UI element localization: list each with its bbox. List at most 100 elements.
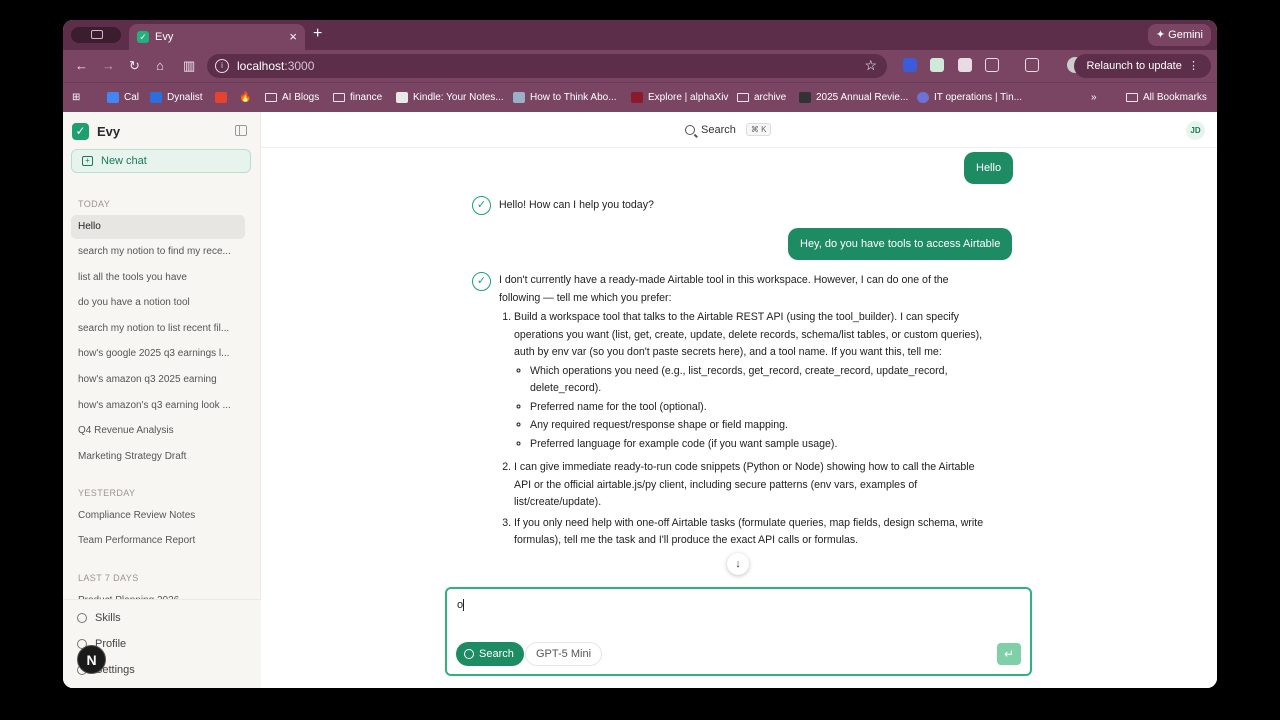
bookmark-item[interactable]: How to Think Abo... (513, 92, 617, 103)
home-icon[interactable]: ⌂ (156, 58, 164, 73)
new-chat-label: New chat (101, 155, 147, 167)
collapse-sidebar-icon[interactable] (235, 125, 247, 136)
bookmark-star-icon[interactable]: ☆ (864, 57, 877, 74)
bookmark-folder[interactable]: finance (333, 92, 382, 103)
app-name: Evy (97, 124, 121, 139)
message-composer[interactable]: o Search GPT-5 Mini ↵ (445, 587, 1032, 676)
chat-item[interactable]: Hello (71, 215, 245, 239)
search-toggle-label: Search (479, 648, 514, 660)
extension-edit-icon[interactable] (930, 58, 944, 72)
chat-item[interactable]: how's amazon q3 2025 earning (71, 368, 245, 392)
group-label-yesterday: YESTERDAY (78, 488, 136, 498)
chat-item[interactable]: search my notion to list recent fil... (71, 317, 245, 341)
forward-icon[interactable]: → (102, 58, 115, 73)
bookmark-item[interactable]: Explore | alphaXiv (631, 92, 728, 103)
gemini-button[interactable]: ✦ Gemini (1147, 24, 1211, 46)
web-search-toggle[interactable]: Search (456, 642, 524, 666)
chat-item[interactable]: search my notion to find my rece... (71, 240, 245, 264)
chat-item[interactable]: Marketing Strategy Draft (71, 445, 245, 469)
folder-icon (1126, 93, 1138, 102)
message-input[interactable]: o (457, 599, 465, 612)
chat-item[interactable]: list all the tools you have (71, 266, 245, 290)
dynalist-icon (150, 92, 162, 103)
chat-item[interactable]: how's amazon's q3 earning look ... (71, 394, 245, 418)
brand: ✓ Evy (72, 123, 120, 140)
todoist-icon (215, 92, 227, 103)
site-info-icon[interactable]: i (215, 59, 229, 73)
close-tab-icon[interactable]: × (289, 29, 297, 44)
n-badge[interactable]: N (77, 645, 106, 674)
requirement-item: Any required request/response shape or f… (530, 417, 989, 435)
calendar-icon (107, 92, 119, 103)
screen-search-icon[interactable] (1025, 58, 1039, 72)
chat-item[interactable]: Compliance Review Notes (71, 504, 245, 528)
relaunch-button[interactable]: Relaunch to update ⋮ (1074, 54, 1211, 78)
send-icon[interactable]: ↵ (997, 643, 1021, 665)
scroll-down-icon[interactable]: ↓ (727, 553, 749, 575)
chat-item[interactable]: Q4 Revenue Analysis (71, 419, 245, 443)
new-chat-button[interactable]: + New chat (71, 149, 251, 173)
bookmark-item[interactable]: 🔥 (239, 92, 251, 103)
browser-window: ✓ Evy × + ✦ Gemini ← → ↻ ⌂ ▥ i localhost… (63, 20, 1217, 688)
bookmark-item[interactable] (215, 92, 227, 103)
assistant-check-icon: ✓ (472, 272, 491, 291)
fire-icon: 🔥 (239, 92, 252, 103)
user-message: Hey, do you have tools to access Airtabl… (788, 228, 1013, 260)
tab-strip: ✓ Evy × + ✦ Gemini (63, 20, 1217, 50)
mortarboard-icon (799, 92, 811, 103)
new-chat-icon: + (82, 156, 93, 166)
group-label-last-7-days: LAST 7 DAYS (78, 573, 139, 583)
folder-icon (333, 93, 345, 102)
bookmark-item[interactable]: IT operations | Tin... (917, 92, 1022, 103)
skills-link[interactable]: Skills (77, 612, 121, 624)
all-bookmarks[interactable]: All Bookmarks (1126, 92, 1207, 103)
assistant-message: I don't currently have a ready-made Airt… (499, 272, 989, 553)
split-view-icon[interactable]: ▥ (183, 58, 195, 74)
bookmark-item[interactable]: Kindle: Your Notes... (396, 92, 504, 103)
bookmark-folder[interactable]: AI Blogs (265, 92, 319, 103)
option-item: Build a workspace tool that talks to the… (514, 309, 989, 453)
kindle-icon (396, 92, 408, 103)
requirement-item: Which operations you need (e.g., list_re… (530, 363, 989, 398)
search-button[interactable]: Search ⌘ K (685, 123, 772, 136)
assistant-check-icon: ✓ (472, 196, 491, 215)
search-icon (685, 124, 695, 135)
bookmark-folder[interactable]: archive (737, 92, 786, 103)
back-icon[interactable]: ← (75, 58, 88, 73)
chat-item[interactable]: do you have a notion tool (71, 291, 245, 315)
top-bar: Search ⌘ K JD (261, 112, 1217, 148)
search-label: Search (701, 123, 736, 136)
model-selector[interactable]: GPT-5 Mini (525, 642, 603, 666)
bookmark-item[interactable]: Cal (107, 92, 139, 103)
bookmarks-bar: ⊞ Cal Dynalist 🔥 AI Blogs finance Kindle… (63, 82, 1217, 112)
site-icon (513, 92, 525, 103)
assistant-message: Hello! How can I help you today? (499, 199, 654, 211)
user-message: Hello (964, 152, 1014, 184)
browser-tab[interactable]: ✓ Evy × (129, 24, 305, 50)
bookmark-item[interactable]: Dynalist (150, 92, 203, 103)
address-bar[interactable]: i localhost:3000 ☆ (207, 54, 887, 78)
chat-item[interactable]: how's google 2025 q3 earnings l... (71, 342, 245, 366)
folder-icon (265, 93, 277, 102)
shortcut-hint: ⌘ K (745, 123, 772, 136)
reload-icon[interactable]: ↻ (129, 58, 140, 74)
check-icon: ✓ (72, 123, 89, 140)
browser-toolbar: ← → ↻ ⌂ ▥ i localhost:3000 ☆ Relaunch to… (63, 50, 1217, 82)
sidebar-footer: Skills Profile Settings (63, 599, 261, 688)
tab-search-button[interactable] (71, 27, 121, 43)
group-label-today: TODAY (78, 199, 111, 209)
extension-shield-icon[interactable] (903, 58, 917, 72)
extensions-puzzle-icon[interactable] (985, 58, 999, 72)
option-item: I can give immediate ready-to-run code s… (514, 459, 989, 512)
chat-item[interactable]: Team Performance Report (71, 529, 245, 553)
more-bookmarks-icon[interactable]: » (1091, 92, 1097, 103)
option-item: If you only need help with one-off Airta… (514, 515, 989, 550)
requirement-item: Preferred language for example code (if … (530, 436, 989, 454)
apps-grid-icon[interactable]: ⊞ (72, 92, 80, 103)
skills-icon (77, 613, 87, 623)
bookmark-item[interactable]: 2025 Annual Revie... (799, 92, 908, 103)
user-avatar[interactable]: JD (1186, 121, 1205, 140)
extension-doc-icon[interactable] (958, 58, 972, 72)
new-tab-icon[interactable]: + (313, 25, 322, 43)
options-list: Build a workspace tool that talks to the… (499, 309, 989, 550)
